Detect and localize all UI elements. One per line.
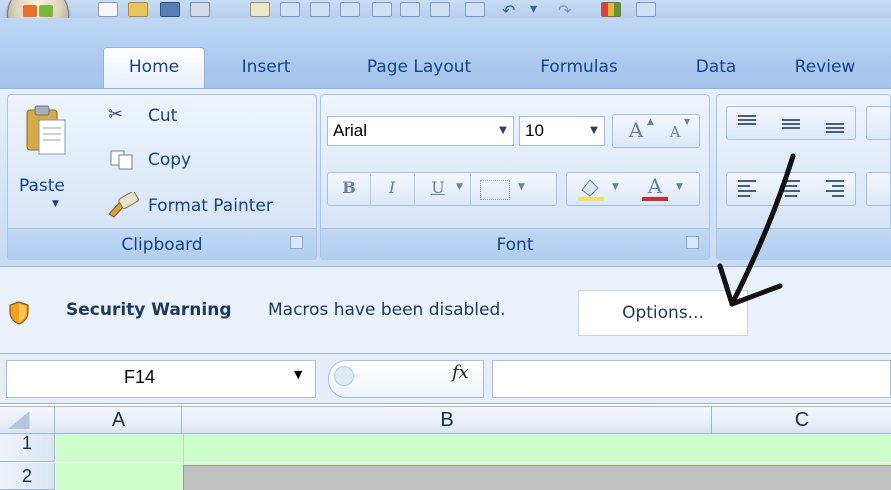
paste-label: Paste — [19, 176, 65, 196]
shrink-font-icon: ▼ — [684, 117, 691, 126]
row-header-1[interactable]: 1 — [0, 434, 55, 462]
security-warning-message: Macros have been disabled. — [268, 300, 506, 320]
gray-filled-cells[interactable] — [183, 465, 891, 490]
fill-color-dropdown-icon[interactable]: ▼ — [612, 182, 619, 192]
annotation-arrow-icon — [717, 153, 796, 307]
row-header-2[interactable]: 2 — [0, 463, 55, 490]
grid-icon[interactable] — [340, 2, 360, 17]
tab-review[interactable]: Review — [782, 47, 868, 87]
fill-color-icon[interactable] — [576, 176, 606, 202]
chart-icon[interactable] — [372, 2, 392, 17]
name-box[interactable] — [6, 360, 316, 398]
separator — [414, 172, 415, 206]
bold-button[interactable]: B — [331, 172, 367, 204]
row-1-cells[interactable] — [56, 434, 891, 462]
italic-button[interactable]: I — [374, 172, 410, 204]
customize-icon[interactable] — [636, 2, 656, 17]
format-painter-label: Format Painter — [148, 196, 273, 216]
underline-dropdown-icon[interactable]: ▼ — [456, 182, 463, 192]
grow-font-icon: ▲ — [647, 117, 654, 127]
clipboard-group-label: Clipboard — [8, 228, 316, 260]
sheet-icon[interactable] — [280, 2, 300, 17]
tab-insert[interactable]: Insert — [226, 47, 306, 87]
save-icon[interactable] — [160, 2, 180, 17]
font-size-value: 10 — [525, 121, 544, 140]
security-warning-title: Security Warning — [66, 300, 232, 320]
view-icon[interactable] — [465, 2, 485, 17]
separator — [370, 172, 371, 206]
select-all-corner[interactable] — [0, 407, 55, 433]
borders-dropdown-icon[interactable]: ▼ — [518, 182, 525, 192]
spelling-icon[interactable] — [250, 2, 270, 17]
zoom-icon[interactable] — [430, 2, 450, 17]
borders-icon[interactable] — [480, 180, 510, 200]
paste-dropdown-icon[interactable]: ▼ — [52, 199, 59, 209]
copy-label: Copy — [148, 150, 192, 170]
orientation-button[interactable] — [866, 106, 891, 140]
vertical-align-icons[interactable] — [734, 112, 854, 134]
clipboard-launcher-icon[interactable] — [290, 236, 303, 249]
undo-dropdown-icon[interactable]: ▾ — [530, 1, 537, 17]
name-box-dropdown-icon[interactable]: ▼ — [294, 368, 302, 381]
font-group-label: Font — [321, 228, 709, 260]
color-chart-icon[interactable] — [601, 2, 621, 17]
paste-icon — [26, 105, 66, 155]
format-painter-icon — [108, 192, 139, 218]
tab-formulas[interactable]: Formulas — [524, 47, 634, 87]
font-name-value: Arial — [333, 121, 368, 140]
separator — [470, 172, 471, 206]
font-launcher-icon[interactable] — [686, 236, 699, 249]
column-header-a[interactable]: A — [56, 407, 182, 433]
tab-page-layout[interactable]: Page Layout — [344, 47, 494, 87]
column-header-b[interactable]: B — [183, 407, 712, 433]
expand-formula-icon[interactable] — [334, 366, 354, 386]
name-box-value: F14 — [124, 367, 156, 387]
open-icon[interactable] — [128, 2, 148, 17]
font-name-combo[interactable]: Arial — [327, 116, 514, 146]
font-name-dropdown-icon[interactable]: ▼ — [492, 117, 514, 145]
table-icon[interactable] — [310, 2, 330, 17]
font-size-dropdown-icon[interactable]: ▼ — [583, 117, 605, 145]
print-icon[interactable] — [190, 2, 210, 17]
copy-icon — [110, 150, 133, 170]
tab-home-label: Home — [128, 57, 180, 77]
tab-data[interactable]: Data — [680, 47, 752, 87]
column-header-c[interactable]: C — [713, 407, 891, 433]
indent-button[interactable] — [866, 172, 891, 206]
underline-button[interactable]: U — [420, 172, 456, 204]
font-color-dropdown-icon[interactable]: ▼ — [676, 182, 683, 192]
fx-icon[interactable]: fx — [452, 362, 469, 383]
cut-label: Cut — [148, 106, 178, 126]
new-icon[interactable] — [98, 2, 118, 17]
print-preview-icon[interactable] — [400, 2, 420, 17]
security-shield-icon — [9, 301, 29, 325]
font-color-swatch — [642, 197, 668, 201]
cut-icon: ✂ — [108, 104, 124, 125]
formula-input[interactable] — [492, 360, 891, 398]
